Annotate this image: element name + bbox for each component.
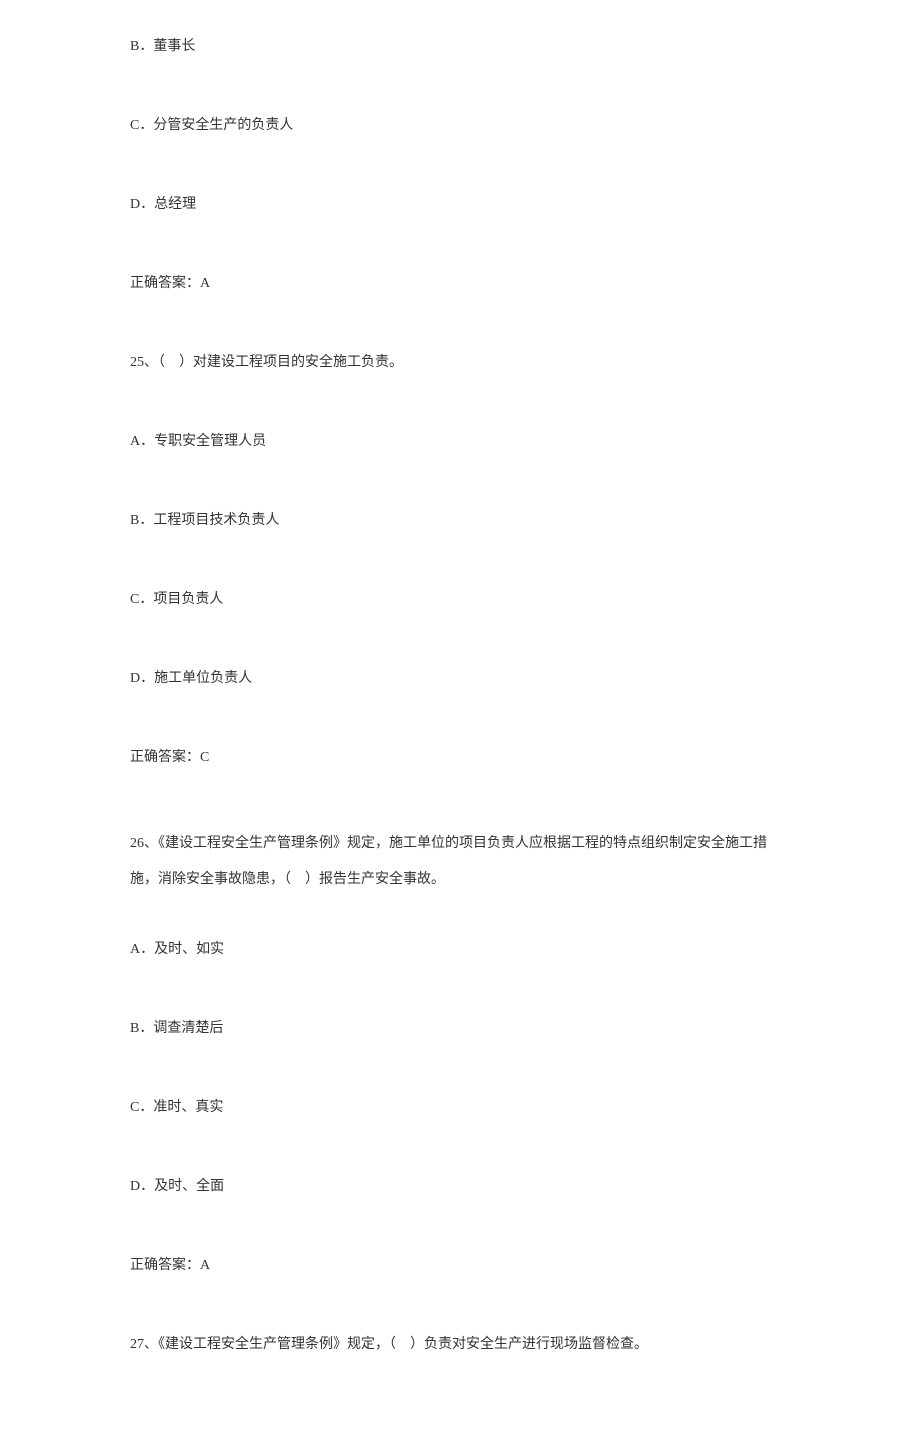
q24-option-d: D．总经理 bbox=[130, 194, 790, 215]
q26-option-c: C．准时、真实 bbox=[130, 1097, 790, 1118]
q25-option-b: B．工程项目技术负责人 bbox=[130, 510, 790, 531]
q26-stem: 26、《建设工程安全生产管理条例》规定，施工单位的项目负责人应根据工程的特点组织… bbox=[130, 826, 790, 899]
q26-option-b: B．调查清楚后 bbox=[130, 1018, 790, 1039]
q24-answer: 正确答案：A bbox=[130, 273, 790, 294]
q26-answer: 正确答案：A bbox=[130, 1255, 790, 1276]
q26-option-d: D．及时、全面 bbox=[130, 1176, 790, 1197]
q26-option-a: A．及时、如实 bbox=[130, 939, 790, 960]
q24-option-c: C．分管安全生产的负责人 bbox=[130, 115, 790, 136]
q25-answer: 正确答案：C bbox=[130, 747, 790, 768]
q25-option-d: D．施工单位负责人 bbox=[130, 668, 790, 689]
q25-stem: 25、（ ）对建设工程项目的安全施工负责。 bbox=[130, 352, 790, 373]
q25-option-a: A．专职安全管理人员 bbox=[130, 431, 790, 452]
q27-stem: 27、《建设工程安全生产管理条例》规定，（ ）负责对安全生产进行现场监督检查。 bbox=[130, 1334, 790, 1355]
q24-option-b: B．董事长 bbox=[130, 36, 790, 57]
q25-option-c: C．项目负责人 bbox=[130, 589, 790, 610]
